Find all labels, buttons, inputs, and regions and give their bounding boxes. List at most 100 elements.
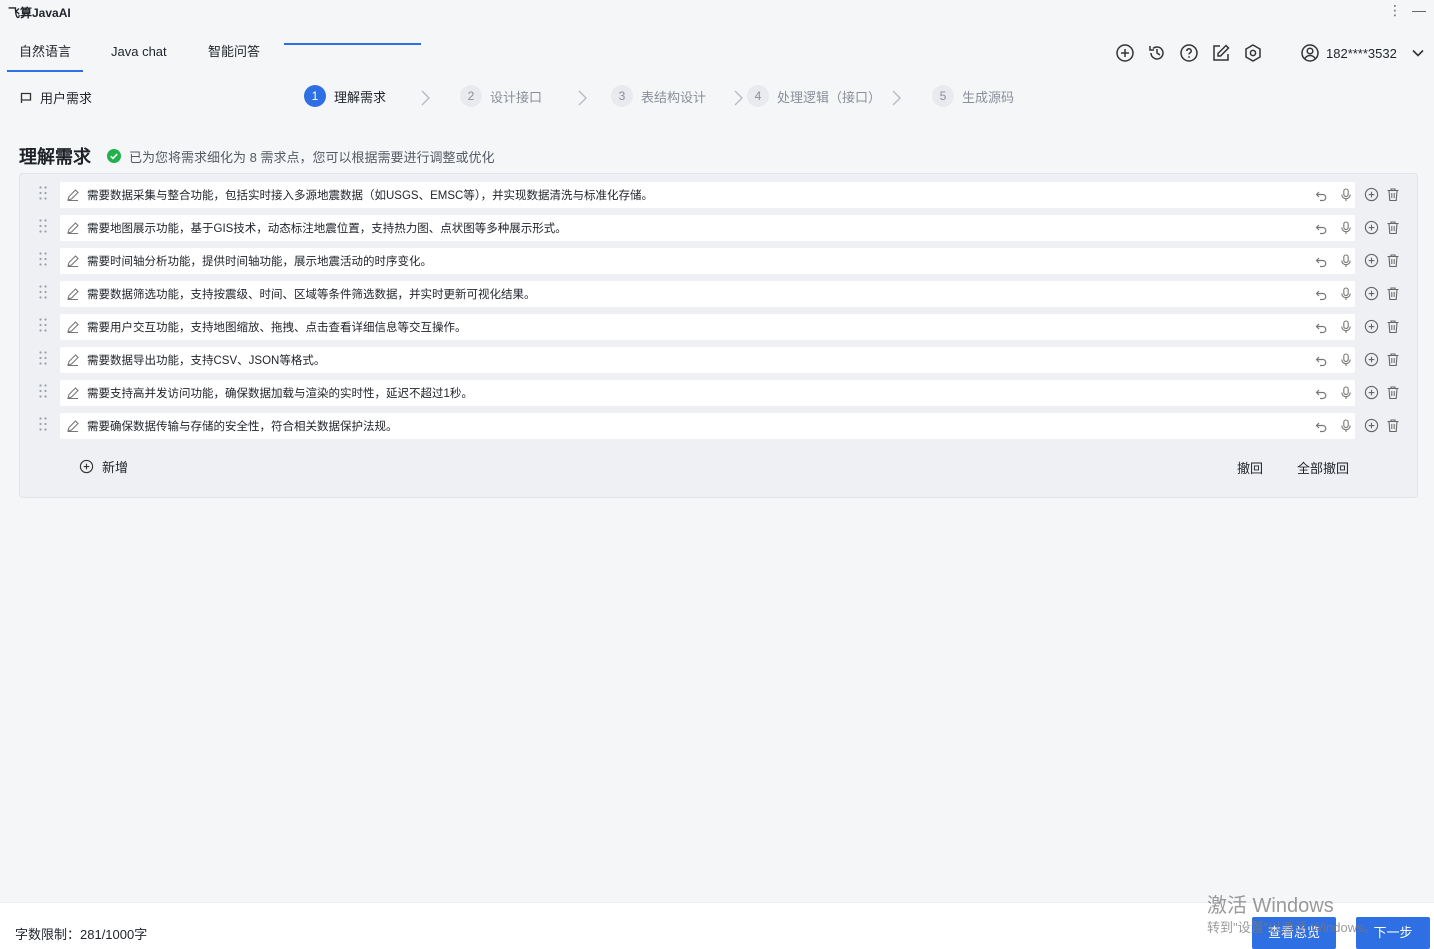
add-requirement-button[interactable]: 新增 bbox=[79, 457, 128, 476]
drag-handle-icon[interactable] bbox=[38, 416, 48, 432]
chevron-down-icon[interactable] bbox=[1411, 46, 1425, 60]
requirement-text[interactable]: 需要支持高并发访问功能，确保数据加载与渲染的实时性，延迟不超过1秒。 bbox=[87, 385, 473, 401]
pencil-icon[interactable] bbox=[66, 287, 80, 304]
active-step-indicator bbox=[284, 43, 421, 45]
user-menu[interactable]: 182****3532 bbox=[1300, 43, 1425, 63]
requirement-text[interactable]: 需要用户交互功能，支持地图缩放、拖拽、点击查看详细信息等交互操作。 bbox=[87, 319, 467, 335]
drag-handle-icon[interactable] bbox=[38, 350, 48, 366]
step-label: 处理逻辑（接口） bbox=[777, 89, 882, 105]
microphone-icon[interactable] bbox=[1340, 287, 1352, 304]
add-row-icon[interactable] bbox=[1364, 319, 1379, 337]
microphone-icon[interactable] bbox=[1340, 221, 1352, 238]
more-options-icon[interactable]: ⋮ bbox=[1388, 2, 1402, 19]
microphone-icon[interactable] bbox=[1340, 353, 1352, 370]
view-overview-button[interactable]: 查看总览 bbox=[1252, 917, 1337, 949]
add-row-icon[interactable] bbox=[1364, 187, 1379, 205]
requirement-text[interactable]: 需要数据筛选功能，支持按震级、时间、区域等条件筛选数据，并实时更新可视化结果。 bbox=[87, 286, 536, 302]
settings-icon[interactable] bbox=[1243, 43, 1263, 63]
undo-icon[interactable] bbox=[1315, 354, 1328, 370]
minimize-icon[interactable] bbox=[1412, 11, 1426, 12]
undo-icon[interactable] bbox=[1315, 288, 1328, 304]
microphone-icon[interactable] bbox=[1340, 386, 1352, 403]
step-number: 1 bbox=[304, 85, 326, 107]
next-step-button[interactable]: 下一步 bbox=[1356, 917, 1430, 949]
microphone-icon[interactable] bbox=[1340, 320, 1352, 337]
microphone-icon[interactable] bbox=[1340, 188, 1352, 205]
undo-icon[interactable] bbox=[1315, 222, 1328, 238]
edit-icon[interactable] bbox=[1211, 43, 1231, 63]
pencil-icon[interactable] bbox=[66, 254, 80, 271]
history-icon[interactable] bbox=[1147, 43, 1167, 63]
step-number: 3 bbox=[611, 85, 633, 107]
trash-icon[interactable] bbox=[1386, 220, 1400, 238]
top-nav: 自然语言 Java chat 智能问答 182****3532 bbox=[0, 34, 1434, 72]
pencil-icon[interactable] bbox=[66, 221, 80, 238]
requirement-text[interactable]: 需要确保数据传输与存储的安全性，符合相关数据保护法规。 bbox=[87, 418, 398, 434]
trash-icon[interactable] bbox=[1386, 286, 1400, 304]
requirement-item[interactable]: 需要支持高并发访问功能，确保数据加载与渲染的实时性，延迟不超过1秒。 bbox=[60, 380, 1355, 406]
requirement-item[interactable]: 需要数据采集与整合功能，包括实时接入多源地震数据（如USGS、EMSC等），并实… bbox=[60, 182, 1355, 208]
user-requirement-label: 用户需求 bbox=[40, 91, 93, 106]
trash-icon[interactable] bbox=[1386, 187, 1400, 205]
undo-icon[interactable] bbox=[1315, 387, 1328, 403]
help-icon[interactable] bbox=[1179, 43, 1199, 63]
plus-circle-icon[interactable] bbox=[1115, 43, 1135, 63]
drag-handle-icon[interactable] bbox=[38, 185, 48, 201]
tab-java-chat[interactable]: Java chat bbox=[99, 34, 179, 72]
drag-handle-icon[interactable] bbox=[38, 317, 48, 333]
user-requirement-link[interactable]: 用户需求 bbox=[20, 88, 92, 107]
trash-icon[interactable] bbox=[1386, 253, 1400, 271]
step-design-interface[interactable]: 2 设计接口 bbox=[460, 85, 542, 107]
add-requirement-label: 新增 bbox=[102, 460, 129, 475]
drag-handle-icon[interactable] bbox=[38, 251, 48, 267]
requirement-item[interactable]: 需要数据导出功能，支持CSV、JSON等格式。 bbox=[60, 347, 1355, 373]
pencil-icon[interactable] bbox=[66, 320, 80, 337]
drag-handle-icon[interactable] bbox=[38, 383, 48, 399]
trash-icon[interactable] bbox=[1386, 418, 1400, 436]
undo-icon[interactable] bbox=[1315, 255, 1328, 271]
step-generate-code[interactable]: 5 生成源码 bbox=[932, 85, 1014, 107]
add-row-icon[interactable] bbox=[1364, 220, 1379, 238]
pencil-icon[interactable] bbox=[66, 353, 80, 370]
undo-icon[interactable] bbox=[1315, 321, 1328, 337]
requirement-text[interactable]: 需要数据采集与整合功能，包括实时接入多源地震数据（如USGS、EMSC等），并实… bbox=[87, 187, 653, 203]
requirement-item[interactable]: 需要数据筛选功能，支持按震级、时间、区域等条件筛选数据，并实时更新可视化结果。 bbox=[60, 281, 1355, 307]
tab-smart-qa[interactable]: 智能问答 bbox=[196, 34, 272, 72]
check-circle-icon bbox=[107, 149, 121, 163]
pencil-icon[interactable] bbox=[66, 386, 80, 403]
requirement-text[interactable]: 需要数据导出功能，支持CSV、JSON等格式。 bbox=[87, 352, 325, 368]
undo-button[interactable]: 撤回 bbox=[1237, 458, 1263, 477]
requirement-item[interactable]: 需要地图展示功能，基于GIS技术，动态标注地震位置，支持热力图、点状图等多种展示… bbox=[60, 215, 1355, 241]
trash-icon[interactable] bbox=[1386, 385, 1400, 403]
step-logic[interactable]: 4 处理逻辑（接口） bbox=[747, 85, 881, 107]
pencil-icon[interactable] bbox=[66, 419, 80, 436]
requirement-row: 需要时间轴分析功能，提供时间轴功能，展示地震活动的时序变化。 bbox=[20, 248, 1417, 274]
requirement-item[interactable]: 需要确保数据传输与存储的安全性，符合相关数据保护法规。 bbox=[60, 413, 1355, 439]
requirement-item[interactable]: 需要用户交互功能，支持地图缩放、拖拽、点击查看详细信息等交互操作。 bbox=[60, 314, 1355, 340]
requirement-text[interactable]: 需要时间轴分析功能，提供时间轴功能，展示地震活动的时序变化。 bbox=[87, 253, 432, 269]
trash-icon[interactable] bbox=[1386, 319, 1400, 337]
microphone-icon[interactable] bbox=[1340, 254, 1352, 271]
drag-handle-icon[interactable] bbox=[38, 284, 48, 300]
microphone-icon[interactable] bbox=[1340, 419, 1352, 436]
add-row-icon[interactable] bbox=[1364, 253, 1379, 271]
page-title: 理解需求 bbox=[19, 147, 91, 167]
trash-icon[interactable] bbox=[1386, 352, 1400, 370]
pencil-icon[interactable] bbox=[66, 188, 80, 205]
add-row-icon[interactable] bbox=[1364, 418, 1379, 436]
app-title: 飞算JavaAI bbox=[8, 6, 71, 20]
add-row-icon[interactable] bbox=[1364, 385, 1379, 403]
step-label: 设计接口 bbox=[490, 89, 543, 105]
undo-icon[interactable] bbox=[1315, 189, 1328, 205]
requirement-text[interactable]: 需要地图展示功能，基于GIS技术，动态标注地震位置，支持热力图、点状图等多种展示… bbox=[87, 220, 567, 236]
requirement-row: 需要数据筛选功能，支持按震级、时间、区域等条件筛选数据，并实时更新可视化结果。 bbox=[20, 281, 1417, 307]
add-row-icon[interactable] bbox=[1364, 352, 1379, 370]
undo-all-button[interactable]: 全部撤回 bbox=[1297, 458, 1349, 477]
requirement-item[interactable]: 需要时间轴分析功能，提供时间轴功能，展示地震活动的时序变化。 bbox=[60, 248, 1355, 274]
tab-natural-language[interactable]: 自然语言 bbox=[7, 34, 84, 72]
add-row-icon[interactable] bbox=[1364, 286, 1379, 304]
step-table-design[interactable]: 3 表结构设计 bbox=[611, 85, 706, 107]
step-understand[interactable]: 1 理解需求 bbox=[304, 85, 386, 107]
drag-handle-icon[interactable] bbox=[38, 218, 48, 234]
undo-icon[interactable] bbox=[1315, 420, 1328, 436]
